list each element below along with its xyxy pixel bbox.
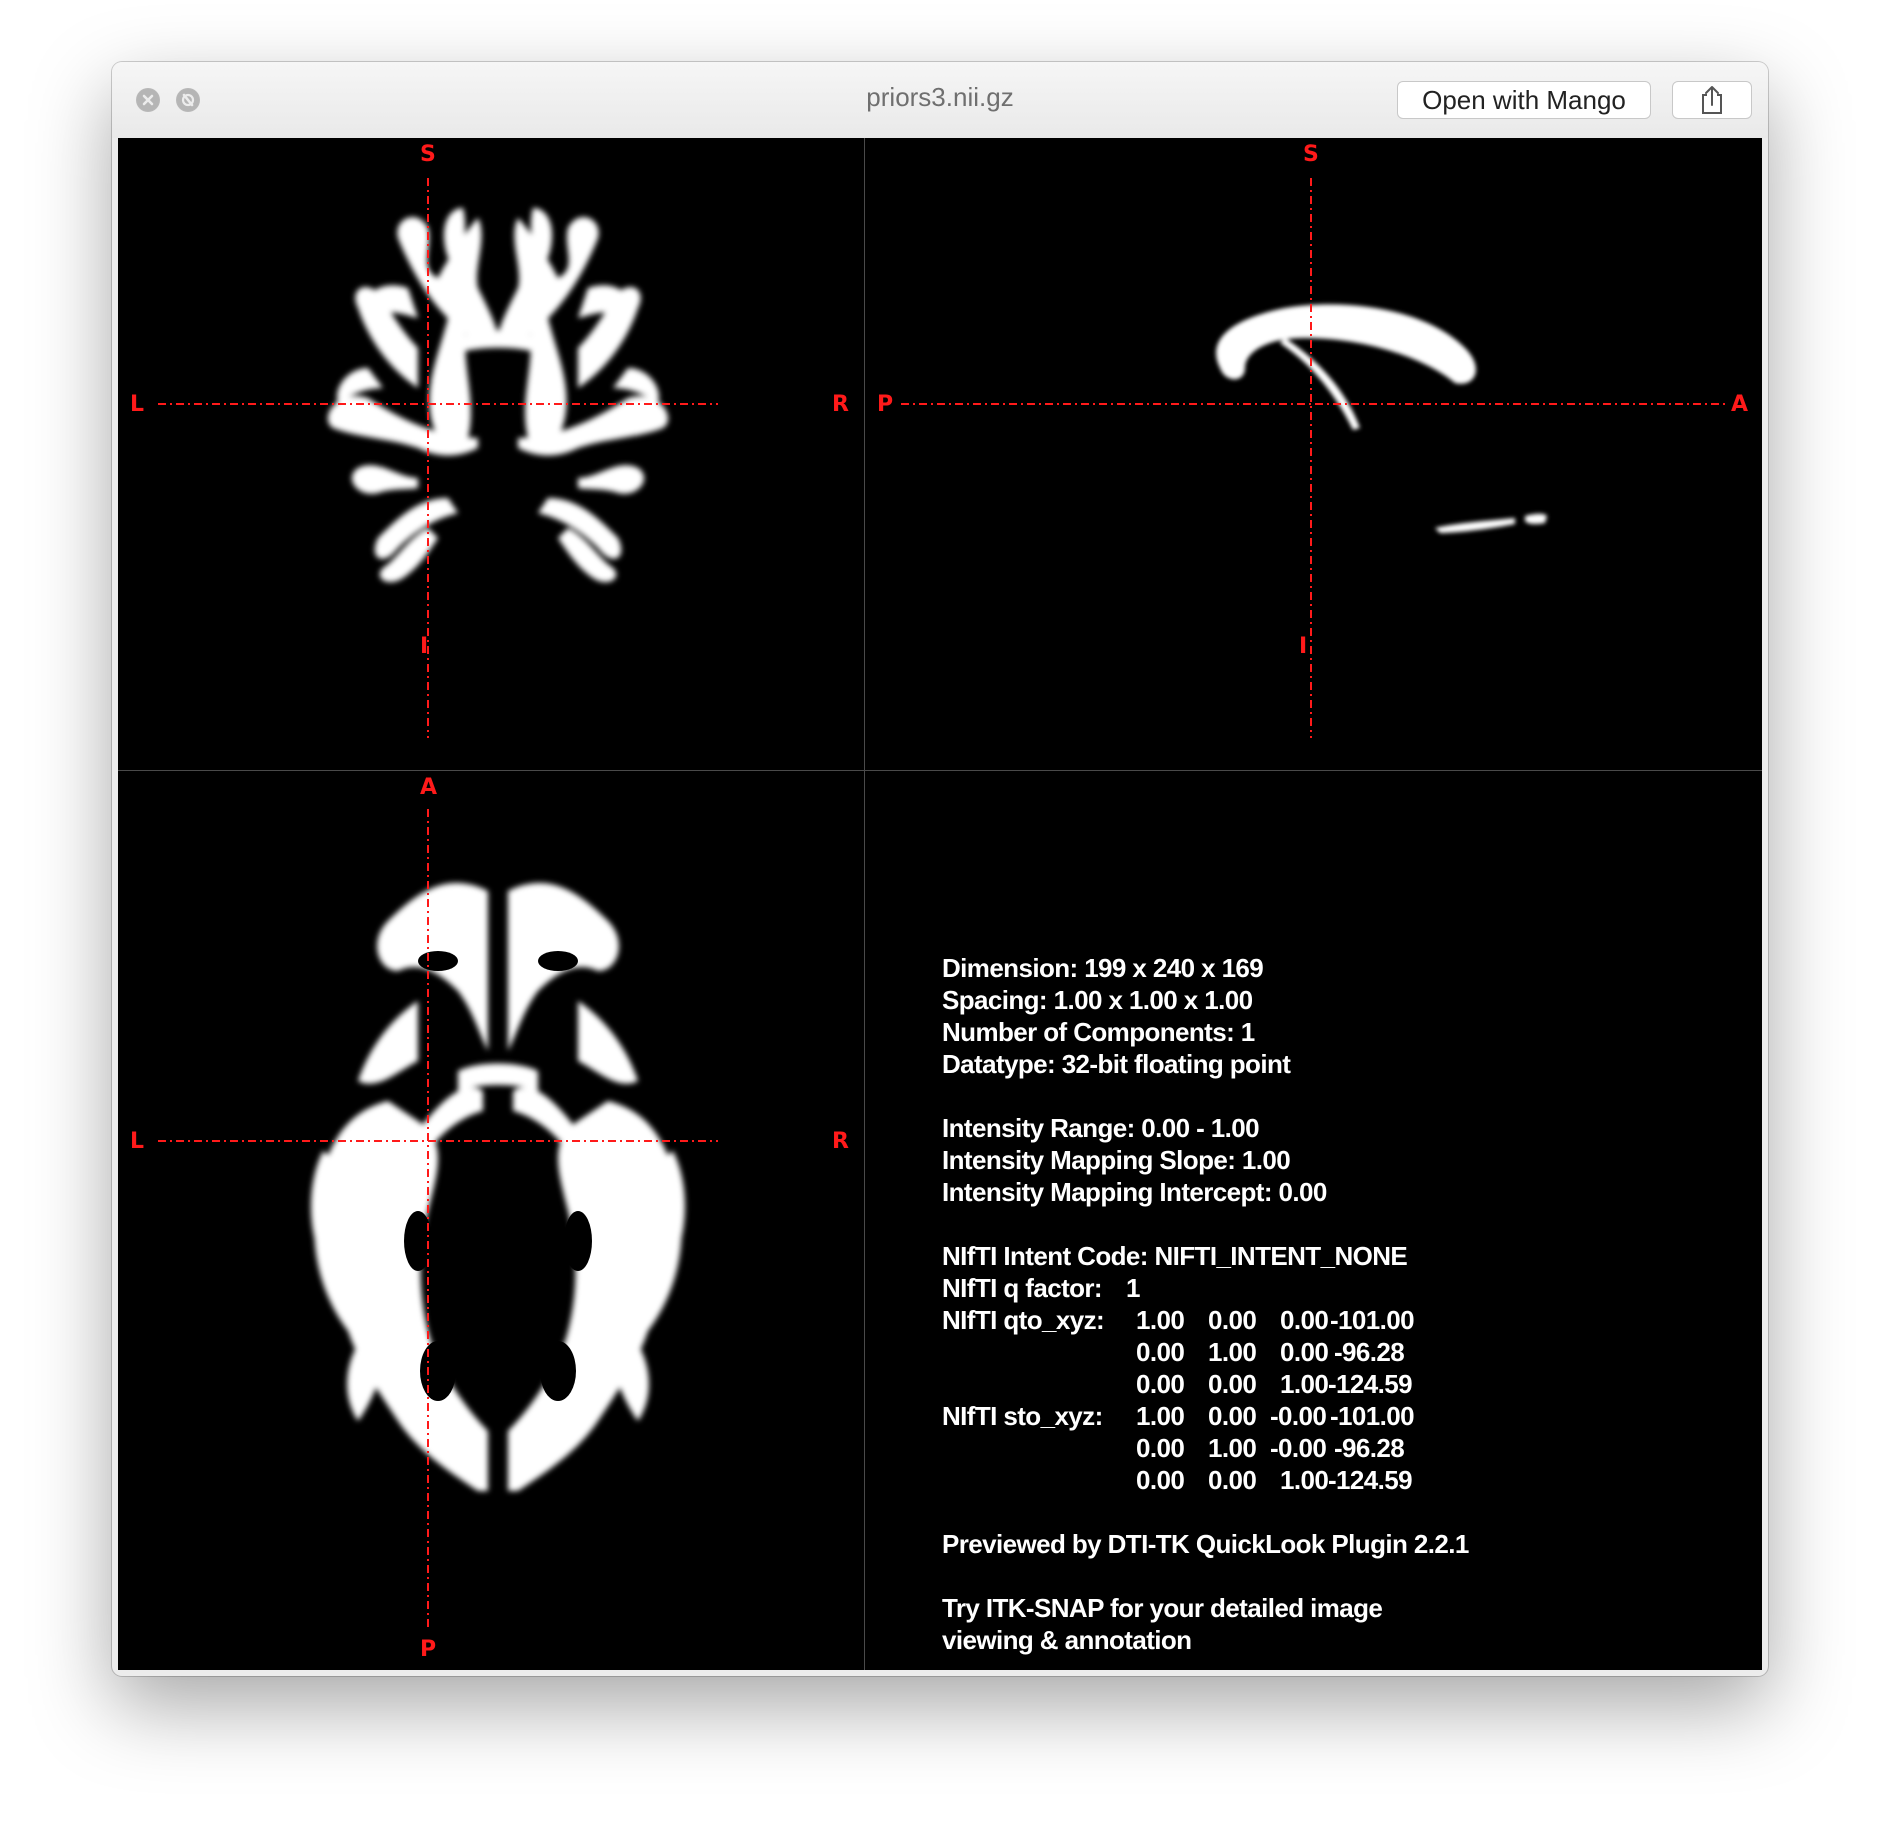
open-with-mango-button[interactable]: Open with Mango (1397, 81, 1651, 119)
info-components: Number of Components: 1 (942, 1017, 1255, 1047)
qto-cell: 1.00 (1136, 1305, 1185, 1335)
coronal-label-top: S (420, 142, 436, 167)
coronal-view: S I L R (118, 138, 864, 770)
info-q-factor: NIfTI q factor: 1 (942, 1272, 1469, 1304)
sagittal-label-right: A (1731, 392, 1749, 417)
qto-cell: 1.00 (1208, 1337, 1257, 1367)
sto-cell: 0.00 (1208, 1465, 1257, 1495)
sto-label: NIfTI sto_xyz: (942, 1401, 1103, 1431)
qto-cell: -96.28 (1334, 1337, 1405, 1367)
sagittal-brain-image (901, 178, 1725, 738)
info-intensity-range: Intensity Range: 0.00 - 1.00 (942, 1113, 1260, 1143)
info-dimension: Dimension: 199 x 240 x 169 (942, 953, 1264, 983)
sto-row-2: 0.00 0.00 1.00 -124.59 (942, 1464, 1469, 1496)
qto-cell: 0.00 (1280, 1337, 1329, 1367)
info-previewed-by: Previewed by DTI-TK QuickLook Plugin 2.2… (942, 1529, 1469, 1559)
sto-cell: 1.00 (1280, 1465, 1329, 1495)
qto-label: NIfTI qto_xyz: (942, 1305, 1105, 1335)
qto-cell: -124.59 (1328, 1369, 1413, 1399)
sto-cell: 1.00 (1136, 1401, 1185, 1431)
sto-cell: -0.00 (1270, 1433, 1327, 1463)
info-mapping-slope: Intensity Mapping Slope: 1.00 (942, 1145, 1291, 1175)
coronal-label-right: R (832, 392, 849, 417)
axial-label-right: R (832, 1129, 849, 1154)
qto-row-1: 0.00 1.00 0.00 -96.28 (942, 1336, 1469, 1368)
sto-cell: -101.00 (1330, 1401, 1415, 1431)
pane-divider-horizontal (118, 770, 1762, 771)
sto-cell: 0.00 (1136, 1465, 1185, 1495)
qto-cell: 0.00 (1208, 1369, 1257, 1399)
qto-row-0: NIfTI qto_xyz: 1.00 0.00 0.00 -101.00 (942, 1304, 1469, 1336)
info-mapping-intercept: Intensity Mapping Intercept: 0.00 (942, 1177, 1327, 1207)
qto-cell: -101.00 (1330, 1305, 1415, 1335)
share-button[interactable] (1672, 81, 1752, 119)
sto-cell: -124.59 (1328, 1465, 1413, 1495)
title-bar: priors3.nii.gz Open with Mango (112, 62, 1768, 138)
axial-label-top: A (420, 775, 438, 800)
sagittal-label-bottom: I (1299, 634, 1308, 659)
sagittal-label-top: S (1303, 142, 1319, 167)
qto-cell: 0.00 (1136, 1369, 1185, 1399)
info-datatype: Datatype: 32-bit floating point (942, 1049, 1291, 1079)
q-factor-value: 1 (1126, 1273, 1140, 1303)
sagittal-view: S I P A (865, 138, 1762, 770)
sto-row-1: 0.00 1.00 -0.00 -96.28 (942, 1432, 1469, 1464)
coronal-label-bottom: I (420, 634, 429, 659)
qto-cell: 0.00 (1280, 1305, 1329, 1335)
sto-cell: -96.28 (1334, 1433, 1405, 1463)
sto-cell: 0.00 (1208, 1401, 1257, 1431)
sto-cell: -0.00 (1270, 1401, 1327, 1431)
preview-canvas: S I L R S I P A A P L R Dimension: 199 x… (118, 138, 1762, 1670)
qto-cell: 0.00 (1208, 1305, 1257, 1335)
info-try-line-1: Try ITK-SNAP for your detailed image (942, 1593, 1383, 1623)
pane-divider-vertical (864, 138, 865, 1670)
qto-cell: 0.00 (1136, 1337, 1185, 1367)
sto-cell: 1.00 (1208, 1433, 1257, 1463)
qto-cell: 1.00 (1280, 1369, 1329, 1399)
axial-label-bottom: P (420, 1637, 437, 1662)
sto-row-0: NIfTI sto_xyz: 1.00 0.00 -0.00 -101.00 (942, 1400, 1469, 1432)
quicklook-window: priors3.nii.gz Open with Mango S I L R S… (112, 62, 1768, 1676)
axial-brain-image (158, 809, 718, 1631)
coronal-label-left: L (130, 392, 145, 417)
axial-view: A P L R (118, 771, 864, 1670)
sto-cell: 0.00 (1136, 1433, 1185, 1463)
coronal-brain-image (158, 178, 718, 738)
share-icon (1702, 86, 1722, 114)
sagittal-label-left: P (877, 392, 894, 417)
axial-label-left: L (130, 1129, 145, 1154)
image-info-panel: Dimension: 199 x 240 x 169 Spacing: 1.00… (942, 952, 1469, 1656)
info-try-line-2: viewing & annotation (942, 1625, 1192, 1655)
qto-row-2: 0.00 0.00 1.00 -124.59 (942, 1368, 1469, 1400)
info-intent-code: NIfTI Intent Code: NIFTI_INTENT_NONE (942, 1241, 1408, 1271)
info-spacing: Spacing: 1.00 x 1.00 x 1.00 (942, 985, 1253, 1015)
q-factor-label: NIfTI q factor: (942, 1273, 1103, 1303)
